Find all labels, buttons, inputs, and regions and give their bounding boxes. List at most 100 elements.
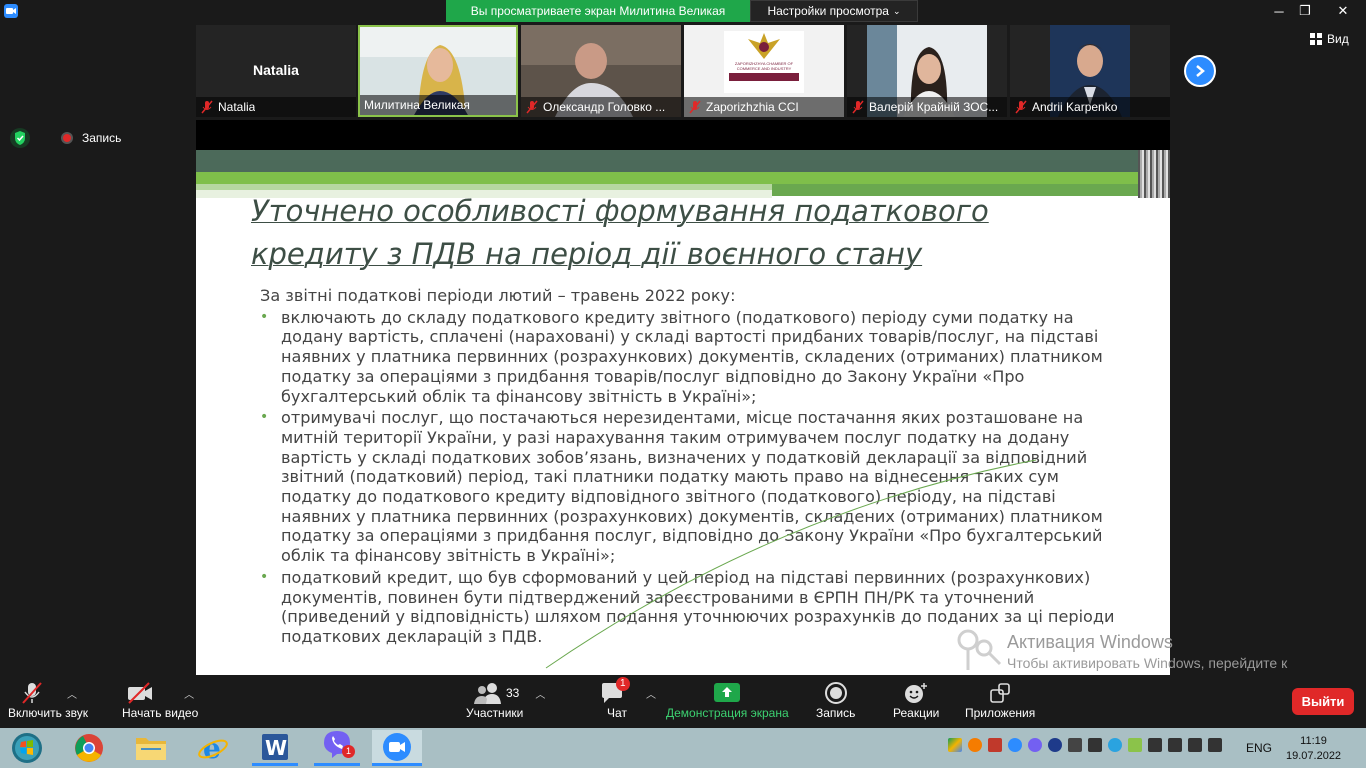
participant-label: Andrii Karpenko: [1010, 97, 1170, 117]
tray-app-icon[interactable]: [988, 738, 1002, 752]
viber-tray-icon[interactable]: [1028, 738, 1042, 752]
language-indicator[interactable]: ENG: [1246, 741, 1272, 755]
bullet-dot-icon: •: [260, 568, 269, 585]
participants-options-caret-icon[interactable]: ︿: [535, 686, 545, 701]
record-button[interactable]: Запись: [816, 680, 855, 720]
unmute-button[interactable]: ︿ Включить звук: [8, 680, 88, 720]
watermark-title: Активация Windows: [1007, 632, 1173, 652]
security-shield-icon[interactable]: [10, 128, 30, 148]
participant-name-large: Natalia: [253, 62, 299, 78]
screen-share-banner: Вы просматриваете экран Милитина Великая…: [446, 0, 918, 22]
avast-icon[interactable]: [968, 738, 982, 752]
viber-icon[interactable]: 1: [314, 730, 360, 766]
language-bar-icon[interactable]: [1208, 738, 1222, 752]
share-screen-icon: [714, 683, 741, 702]
clock-date: 19.07.2022: [1286, 750, 1342, 762]
muted-mic-icon: [201, 100, 213, 114]
view-settings-button[interactable]: Настройки просмотра ⌄: [750, 0, 918, 22]
svg-text:W: W: [265, 736, 287, 760]
participant-tile-zaporizhzhia-cci[interactable]: ZAPORIZHZHYA CHAMBER OF COMMERCE AND IND…: [684, 25, 844, 117]
audio-options-caret-icon[interactable]: ︿: [67, 686, 77, 701]
chat-options-caret-icon[interactable]: ︿: [646, 686, 656, 701]
zoom-app-icon: [4, 4, 18, 18]
clock-time: 11:19: [1300, 735, 1327, 747]
participant-label-text: Валерій Крайній ЗОС...: [869, 100, 999, 114]
video-options-caret-icon[interactable]: ︿: [184, 686, 194, 701]
participant-tile-natalia[interactable]: Natalia Natalia: [196, 25, 356, 117]
recording-icon: [61, 132, 73, 144]
apps-label: Приложения: [965, 706, 1036, 720]
muted-mic-icon: [1015, 100, 1027, 114]
slide-decor-stripes: [1138, 150, 1170, 198]
slide-title-line: Уточнено особливості формування податков…: [251, 194, 989, 228]
restore-icon[interactable]: ❐: [1288, 0, 1322, 22]
chevron-right-icon: [1196, 65, 1205, 77]
record-label: Запись: [816, 706, 856, 720]
shared-screen-top: [196, 120, 1170, 150]
start-video-label: Начать видео: [122, 706, 199, 720]
cci-logo-text: ZAPORIZHZHYA CHAMBER OF COMMERCE AND IND…: [734, 61, 794, 71]
word-icon[interactable]: W: [252, 730, 298, 766]
recording-label: Запись: [82, 131, 122, 145]
participant-label-text: Милитина Великая: [364, 98, 470, 112]
start-video-button[interactable]: ︿ Начать видео: [122, 680, 198, 720]
participant-label-text: Олександр Головко ...: [543, 100, 666, 114]
meeting-status: Запись: [10, 128, 121, 148]
muted-mic-icon: [689, 100, 701, 114]
share-screen-label: Демонстрация экрана: [666, 706, 789, 720]
battery-icon[interactable]: [1128, 738, 1142, 752]
chat-badge: 1: [616, 677, 630, 691]
internet-explorer-icon[interactable]: e: [190, 730, 236, 766]
apps-button[interactable]: Приложения: [965, 680, 1035, 720]
viber-badge: 1: [342, 745, 356, 758]
view-button[interactable]: Вид: [1310, 32, 1349, 46]
keyboard-icon[interactable]: [1088, 738, 1102, 752]
start-icon[interactable]: [4, 730, 50, 766]
zoom-icon: [383, 732, 411, 761]
reactions-button[interactable]: Реакции: [893, 680, 939, 720]
bluetooth-icon[interactable]: [1048, 738, 1062, 752]
bullet-dot-icon: •: [260, 308, 269, 325]
network-icon[interactable]: [1148, 738, 1162, 752]
participant-tile-krainiy[interactable]: Валерій Крайній ЗОС...: [847, 25, 1007, 117]
participant-tile-golovko[interactable]: Олександр Головко ...: [521, 25, 681, 117]
cci-logo: ZAPORIZHZHYA CHAMBER OF COMMERCE AND IND…: [724, 31, 804, 93]
telegram-icon[interactable]: [1108, 738, 1122, 752]
chrome-icon[interactable]: [66, 730, 112, 766]
google-drive-icon[interactable]: [948, 738, 962, 752]
participant-tile-karpenko[interactable]: Andrii Karpenko: [1010, 25, 1170, 117]
chevron-down-icon: ⌄: [892, 5, 901, 16]
participants-icon: [474, 683, 501, 704]
share-banner-text: Вы просматриваете экран Милитина Великая: [446, 0, 750, 22]
slide-header-band: [196, 172, 1170, 184]
power-icon[interactable]: [1168, 738, 1182, 752]
muted-mic-icon: [852, 100, 864, 114]
zoom-taskbar-icon[interactable]: [372, 730, 422, 766]
video-off-icon: [128, 682, 153, 704]
participant-label-text: Andrii Karpenko: [1032, 100, 1118, 114]
participant-tile-active-speaker[interactable]: Милитина Великая: [358, 25, 518, 117]
muted-mic-icon: [526, 100, 538, 114]
participants-count: 33: [506, 686, 520, 700]
slide-intro: За звітні податкові періоди лютий – трав…: [260, 286, 736, 305]
close-icon[interactable]: ✕: [1320, 0, 1366, 22]
next-participants-button[interactable]: [1184, 55, 1216, 87]
share-screen-button[interactable]: Демонстрация экрана: [666, 680, 789, 720]
participants-button[interactable]: 33 ︿ Участники: [466, 680, 545, 720]
leave-meeting-button[interactable]: Выйти: [1292, 688, 1354, 715]
participant-label: Natalia: [196, 97, 356, 117]
chat-button[interactable]: 1 ︿ Чат: [600, 677, 656, 720]
file-explorer-icon[interactable]: [128, 730, 174, 766]
speaker-icon[interactable]: [1068, 738, 1082, 752]
participant-label-text: Natalia: [218, 100, 256, 114]
volume-icon[interactable]: [1188, 738, 1202, 752]
shared-slide: Уточнено особливості формування податков…: [196, 150, 1170, 675]
participants-label: Участники: [466, 706, 524, 720]
participant-label-text: Zaporizhzhia CCI: [706, 100, 799, 114]
slide-title: Уточнено особливості формування податков…: [251, 190, 1131, 276]
zoom-tray-icon[interactable]: [1008, 738, 1022, 752]
unmute-label: Включить звук: [8, 706, 89, 720]
chat-label: Чат: [607, 706, 627, 720]
taskbar-clock[interactable]: 11:19 19.07.2022: [1286, 734, 1341, 764]
participant-label: Милитина Великая: [360, 95, 516, 115]
